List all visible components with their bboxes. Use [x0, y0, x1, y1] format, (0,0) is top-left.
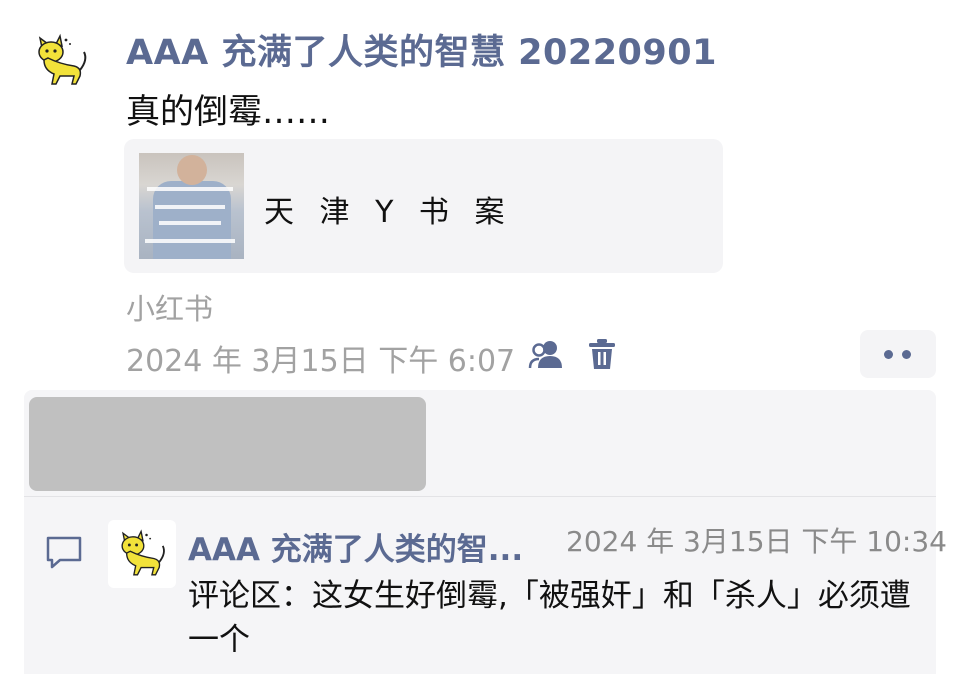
trash-icon[interactable] [588, 338, 616, 370]
post-text: 真的倒霉…… [126, 92, 330, 132]
cat-avatar-icon [121, 529, 165, 576]
comment-timestamp: 2024 年 3月15日 下午 10:34 [566, 525, 947, 558]
friends-icon[interactable] [528, 338, 566, 370]
author-avatar[interactable] [30, 30, 92, 92]
more-dots-icon [884, 350, 893, 359]
divider [24, 496, 936, 497]
more-options-button[interactable] [860, 330, 936, 378]
post-source[interactable]: 小红书 [126, 286, 213, 328]
post-timestamp: 2024 年 3月15日 下午 6:07 [126, 344, 516, 379]
shared-link-card[interactable]: 天 津 Y 书 案 [124, 139, 723, 273]
redacted-likes-area [29, 397, 426, 491]
video-thumbnail [139, 153, 244, 259]
cat-avatar-icon [38, 33, 87, 85]
comment-text: 评论区：这女生好倒霉,「被强奸」和「杀人」必须遭一个 [188, 578, 911, 658]
comments-panel: AAA 充满了人类的智... 2024 年 3月15日 下午 10:34 评论区… [24, 390, 947, 674]
link-card-title: 天 津 Y 书 案 [264, 195, 513, 230]
comment-icon [44, 534, 84, 570]
comment-author-avatar[interactable] [108, 520, 176, 588]
post-author-name[interactable]: AAA 充满了人类的智慧 20220901 [126, 24, 717, 75]
comment-author-name[interactable]: AAA 充满了人类的智... [188, 524, 523, 569]
